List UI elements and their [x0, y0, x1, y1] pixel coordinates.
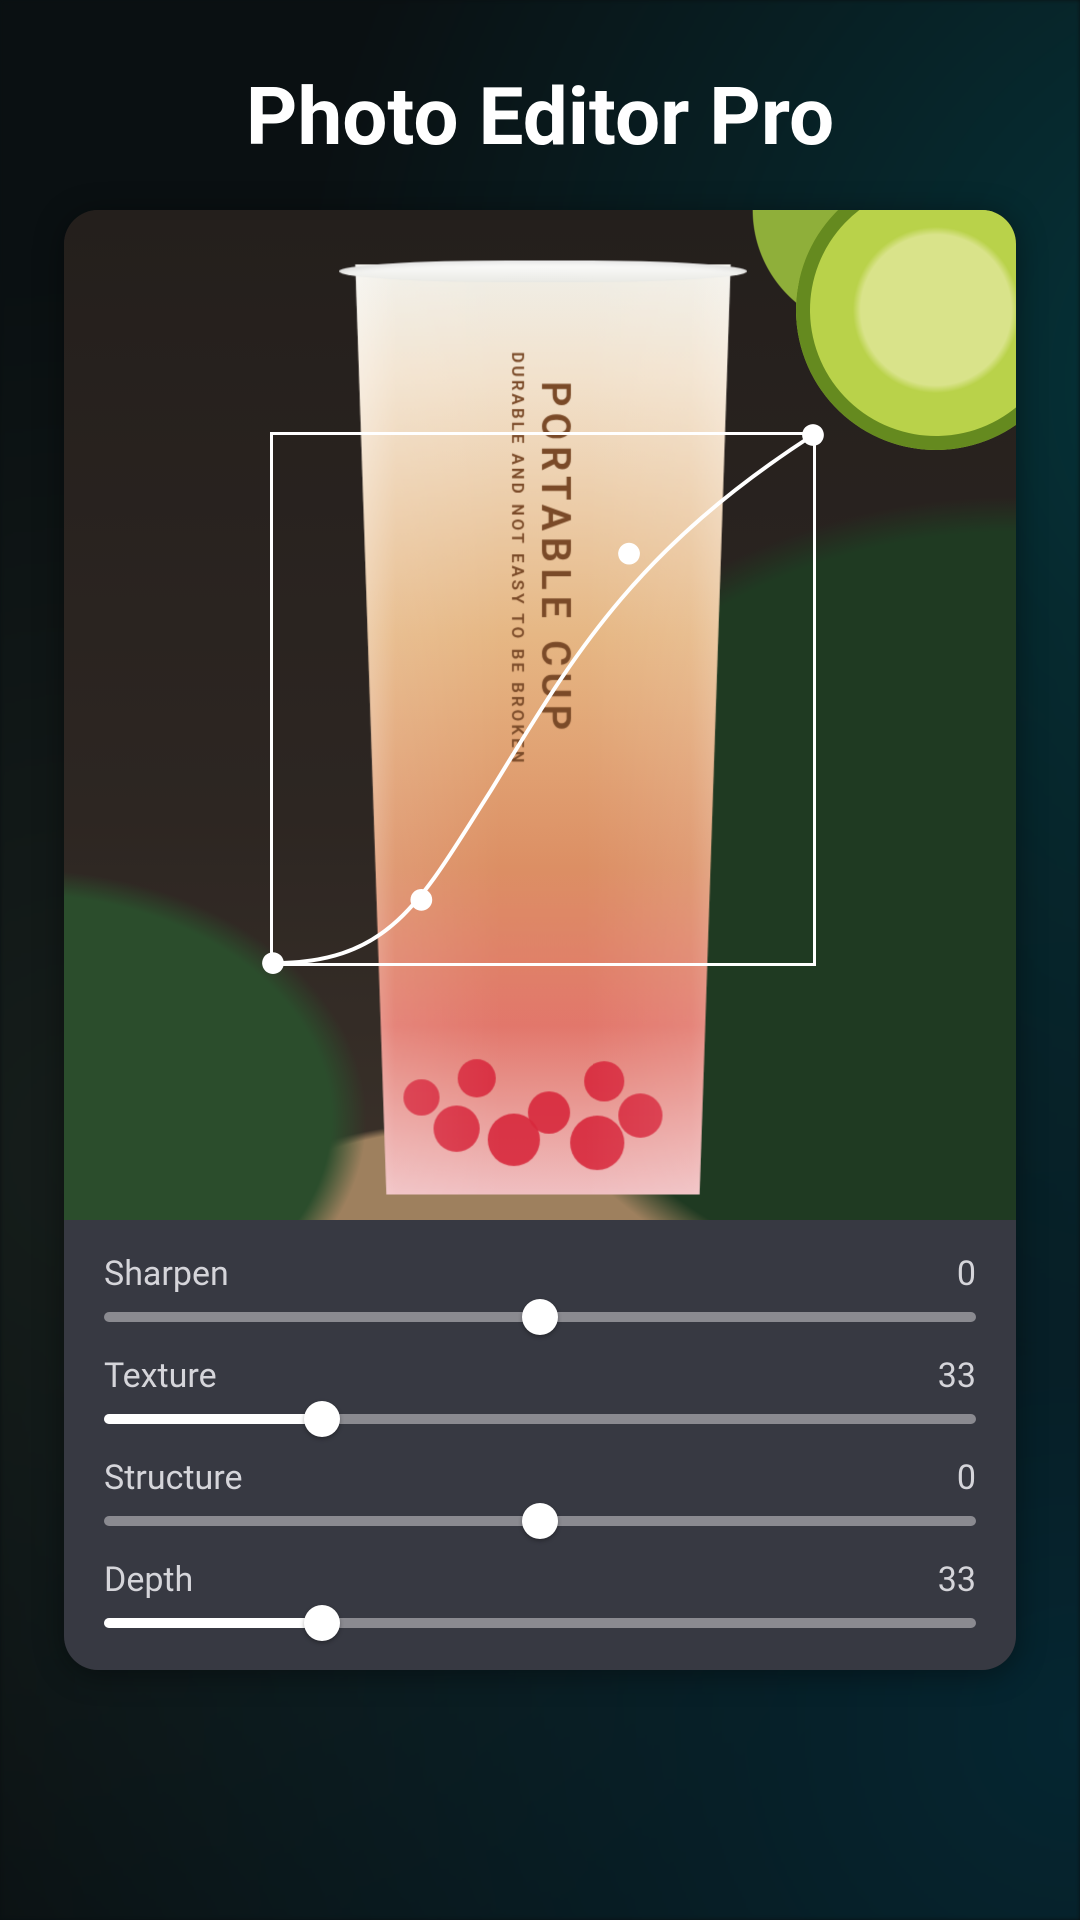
slider-label: Structure [104, 1458, 242, 1498]
slider-value: 0 [957, 1458, 976, 1498]
slider-sharpen: Sharpen 0 [104, 1254, 976, 1322]
app-title: Photo Editor Pro [0, 70, 1080, 164]
slider-thumb[interactable] [304, 1401, 340, 1437]
slider-label: Sharpen [104, 1254, 229, 1294]
slider-thumb[interactable] [304, 1605, 340, 1641]
slider-thumb[interactable] [522, 1503, 558, 1539]
slider-texture: Texture 33 [104, 1356, 976, 1424]
editor-card: PORTABLE CUP DURABLE AND NOT EASY TO BE … [64, 210, 1016, 1670]
slider-value: 33 [938, 1560, 976, 1600]
slider-track-structure[interactable] [104, 1516, 976, 1526]
slider-label: Depth [104, 1560, 193, 1600]
slider-thumb[interactable] [522, 1299, 558, 1335]
slider-value: 0 [957, 1254, 976, 1294]
slider-label: Texture [104, 1356, 217, 1396]
slider-track-depth[interactable] [104, 1618, 976, 1628]
tone-curve-overlay[interactable] [270, 432, 816, 966]
slider-value: 33 [938, 1356, 976, 1396]
photo-preview[interactable]: PORTABLE CUP DURABLE AND NOT EASY TO BE … [64, 210, 1016, 1220]
slider-structure: Structure 0 [104, 1458, 976, 1526]
tone-curve[interactable] [273, 435, 813, 963]
slider-depth: Depth 33 [104, 1560, 976, 1628]
slider-track-sharpen[interactable] [104, 1312, 976, 1322]
adjustments-panel: Sharpen 0 Texture 33 Structure 0 [64, 1220, 1016, 1670]
slider-track-texture[interactable] [104, 1414, 976, 1424]
